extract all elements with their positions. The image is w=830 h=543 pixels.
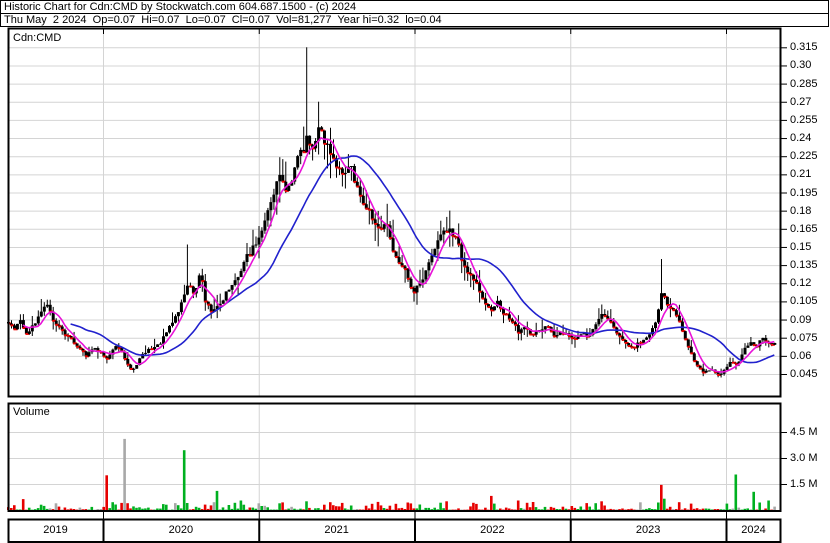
chart-header: Historic Chart for Cdn:CMD by Stockwatch… xyxy=(0,0,829,27)
stock-chart-canvas xyxy=(7,27,787,543)
header-line-1: Historic Chart for Cdn:CMD by Stockwatch… xyxy=(1,1,828,14)
volume-panel-label: Volume xyxy=(13,406,50,418)
header-line-2: Thu May 2 2024 Op=0.07 Hi=0.07 Lo=0.07 C… xyxy=(4,14,442,26)
chart-root: Historic Chart for Cdn:CMD by Stockwatch… xyxy=(0,0,830,543)
price-panel-label: Cdn:CMD xyxy=(13,32,62,44)
